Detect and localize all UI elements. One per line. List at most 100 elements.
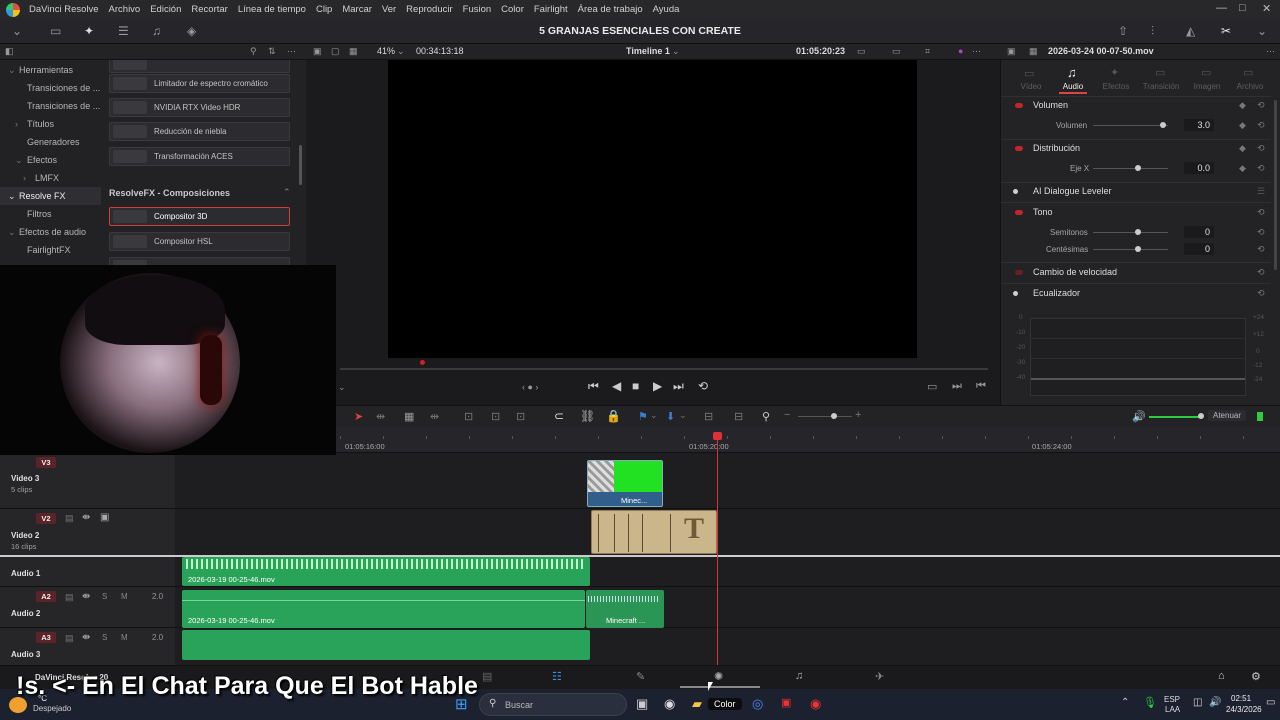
nav-fairlightfx[interactable]: FairlightFX [27, 245, 71, 255]
volume-icon[interactable]: 🔊 [1209, 697, 1221, 708]
transition-tab-icon[interactable]: ▭ [1155, 66, 1165, 79]
volumen-value[interactable]: 3.0 [1184, 119, 1214, 131]
color-page-icon[interactable]: ✺ [714, 670, 723, 683]
collapse-icon[interactable]: ⌄ [15, 155, 23, 166]
keyframe-icon[interactable]: ◆ [1239, 163, 1246, 174]
menu-archivo[interactable]: Archivo [104, 4, 146, 15]
nav-efectos-audio[interactable]: Efectos de audio [19, 227, 86, 237]
go-to-end-icon[interactable]: ⏭ [673, 379, 684, 394]
enable-toggle[interactable] [1013, 189, 1018, 194]
zoom-in-icon[interactable]: + [855, 409, 861, 421]
snapping-icon[interactable]: ⊂ [554, 409, 564, 423]
reset-icon[interactable]: ⟲ [1257, 267, 1265, 278]
menu-edicion[interactable]: Edición [145, 4, 186, 15]
slider-knob[interactable] [1135, 246, 1141, 252]
nav-lmfx[interactable]: LMFX [35, 173, 59, 183]
mixer-icon[interactable]: ⫶ [1151, 24, 1154, 39]
next-edit-icon[interactable]: ⏭ [952, 380, 962, 393]
nav-herramientas[interactable]: Herramientas [19, 65, 73, 75]
flag-icon[interactable]: ⚑ [638, 410, 648, 423]
scrubber-bar[interactable] [340, 368, 988, 370]
audio-clip[interactable]: 2026-03-19 00-25-46.mov [182, 557, 590, 586]
menu-fusion[interactable]: Fusion [458, 4, 497, 15]
effect-item[interactable]: Limitador de espectro cromático [109, 74, 290, 93]
media-page-icon[interactable]: ▤ [482, 670, 492, 683]
reset-icon[interactable]: ⟲ [1257, 207, 1265, 218]
play-icon[interactable]: ▶ [653, 379, 662, 393]
clip-type-icon[interactable]: ▦ [1029, 46, 1038, 57]
davinci-taskbar-icon[interactable]: ◉ [664, 696, 675, 712]
network-icon[interactable]: ◫ [1193, 697, 1202, 708]
more-options-icon[interactable]: ⋯ [1266, 46, 1275, 57]
menu-clip[interactable]: Clip [311, 4, 337, 15]
mute-button[interactable]: M [121, 592, 128, 601]
go-to-start-icon[interactable]: ⏮ [588, 379, 599, 394]
prev-edit-icon[interactable]: ⏮ [976, 380, 986, 393]
zoom-level[interactable]: 41% [377, 46, 395, 56]
menu-ver[interactable]: Ver [377, 4, 401, 15]
audio-clip[interactable]: 2026-03-19 00-25-46.mov [182, 590, 585, 628]
effect-item[interactable] [109, 257, 290, 265]
mute-button[interactable]: M [121, 633, 128, 642]
track-badge-a2[interactable]: A2 [36, 591, 56, 602]
loop-icon[interactable]: ⟲ [698, 379, 708, 393]
tab-imagen[interactable]: Imagen [1184, 82, 1230, 91]
monitor-volume-slider[interactable] [1149, 416, 1201, 418]
nav-transiciones-audio[interactable]: Transiciones de ... [27, 101, 100, 111]
collapse-icon[interactable]: ⌄ [8, 65, 16, 76]
insert-icon[interactable]: ⊡ [464, 410, 473, 423]
zoom-slider[interactable] [798, 416, 852, 417]
search-icon[interactable]: ⚲ [250, 46, 257, 57]
slider-knob[interactable] [831, 413, 837, 419]
effect-item[interactable]: Compositor HSL [109, 232, 290, 251]
marker-icon[interactable]: ⬇ [666, 410, 675, 423]
video-preview[interactable] [388, 60, 917, 358]
lock-icon[interactable]: ▤ [65, 513, 74, 524]
chevron-down-icon[interactable]: ⌄ [650, 410, 658, 421]
track-volume[interactable]: 2.0 [152, 592, 163, 601]
track-badge-v2[interactable]: V2 [36, 513, 56, 524]
reset-icon[interactable]: ⟲ [1257, 100, 1265, 111]
enable-toggle[interactable] [1013, 291, 1018, 296]
microphone-icon[interactable]: 🎙 [1143, 696, 1157, 709]
inspector-icon[interactable]: ✂ [1221, 24, 1231, 38]
slider-knob[interactable] [1160, 122, 1166, 128]
tab-archivo[interactable]: Archivo [1227, 82, 1273, 91]
keyframe-icon[interactable]: ◆ [1239, 100, 1246, 111]
language-indicator-2[interactable]: LAA [1165, 705, 1180, 714]
viewer-layout-icon[interactable]: ▣ [313, 46, 322, 57]
auto-track-icon[interactable]: ⇼ [82, 512, 90, 523]
lock-icon[interactable]: ▤ [65, 633, 74, 644]
volume-slider[interactable] [1093, 125, 1168, 126]
transform-icon[interactable]: ⌗ [925, 46, 930, 57]
edit-page-icon[interactable]: ☷ [552, 670, 562, 683]
semitonos-slider[interactable] [1093, 232, 1168, 233]
title-clip-stack[interactable]: T [591, 510, 717, 554]
menu-reproducir[interactable]: Reproducir [401, 4, 457, 15]
app-icon[interactable]: ▣ [781, 696, 791, 709]
effect-item[interactable]: NVIDIA RTX Video HDR [109, 98, 290, 117]
menu-app[interactable]: DaVinci Resolve [24, 4, 104, 15]
enable-toggle[interactable] [1015, 210, 1023, 215]
overwrite-icon[interactable]: ⊡ [491, 410, 500, 423]
monitor-icon[interactable]: ▭ [857, 46, 866, 57]
sort-icon[interactable]: ⇅ [268, 46, 276, 57]
menu-fairlight[interactable]: Fairlight [529, 4, 573, 15]
monitor-icon[interactable]: ▭ [892, 46, 901, 57]
centesimas-slider[interactable] [1093, 249, 1168, 250]
menu-linea-tiempo[interactable]: Línea de tiempo [233, 4, 311, 15]
effect-item[interactable]: Transformación ACES [109, 147, 290, 166]
reset-icon[interactable]: ⟲ [1257, 143, 1265, 154]
deliver-page-icon[interactable]: ✈ [875, 670, 884, 683]
auto-track-icon[interactable]: ⇼ [82, 591, 90, 602]
semitonos-value[interactable]: 0 [1184, 226, 1214, 238]
playhead-handle[interactable] [713, 432, 722, 440]
zoom-full-icon[interactable]: ⊟ [704, 410, 713, 423]
chevron-down-icon[interactable]: ⌄ [1257, 24, 1267, 38]
speaker-icon[interactable]: 🔊 [1132, 410, 1146, 423]
chrome-icon[interactable]: ◎ [752, 696, 763, 712]
metadata-icon[interactable]: ◭ [1186, 24, 1195, 38]
video-tab-icon[interactable]: ▭ [1024, 67, 1034, 80]
tab-transicion[interactable]: Transición [1138, 82, 1184, 91]
settings-icon[interactable]: ⚙ [1251, 670, 1261, 683]
